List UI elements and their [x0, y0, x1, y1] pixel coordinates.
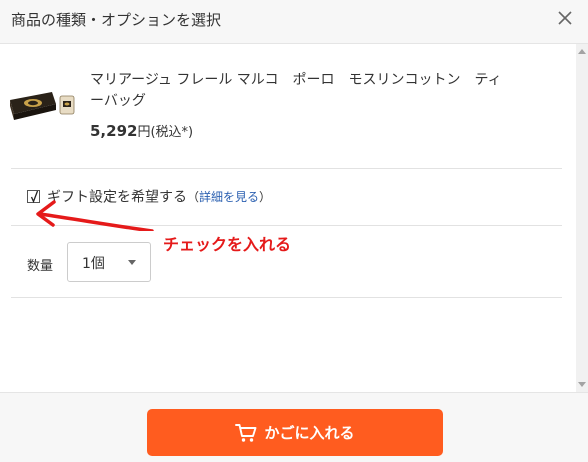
product-price: 5,292円(税込*) [90, 121, 193, 140]
modal-header: 商品の種類・オプションを選択 [0, 0, 588, 44]
divider [11, 168, 562, 169]
chevron-down-icon [128, 260, 136, 265]
scroll-down-arrow-icon[interactable] [578, 382, 586, 387]
add-to-cart-button[interactable]: かごに入れる [147, 409, 443, 456]
scroll-up-arrow-icon[interactable] [578, 49, 586, 54]
close-icon[interactable] [556, 9, 574, 27]
product-name: マリアージュ フレール マルコ ポーロ モスリンコットン ティーバッグ [90, 72, 502, 109]
quantity-value: 1個 [82, 256, 105, 272]
product-thumbnail [10, 92, 75, 120]
price-value: 5,292 [90, 122, 138, 140]
divider [11, 297, 562, 298]
modal-footer: かごに入れる [0, 392, 588, 462]
gift-details-link[interactable]: 詳細を見る [199, 190, 259, 204]
price-unit: 円(税込*) [137, 125, 194, 140]
paren-open: （ [187, 190, 200, 204]
annotation-arrow-icon [36, 200, 154, 231]
modal-title: 商品の種類・オプションを選択 [11, 11, 222, 29]
add-to-cart-label: かごに入れる [264, 425, 355, 442]
annotation-text: チェックを入れる [163, 235, 292, 254]
cart-icon [235, 423, 257, 442]
scrollbar[interactable] [576, 44, 588, 392]
paren-close: ） [259, 190, 272, 204]
quantity-select[interactable]: 1個 [67, 242, 151, 282]
quantity-label: 数量 [27, 259, 54, 274]
